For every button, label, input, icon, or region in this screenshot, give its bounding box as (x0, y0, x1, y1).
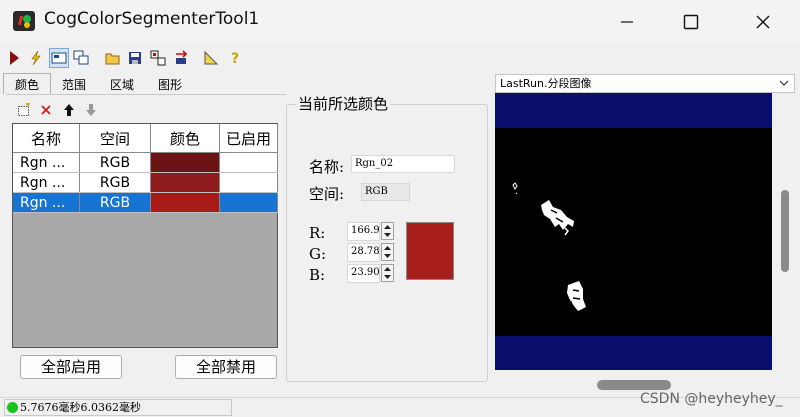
horizontal-scroll-thumb[interactable] (597, 380, 671, 390)
save-disk-icon (129, 52, 141, 64)
show-image-button[interactable] (49, 48, 69, 68)
b-spinner[interactable] (381, 264, 394, 282)
open-folder-icon (105, 53, 120, 65)
close-icon (756, 15, 770, 29)
delete-x-icon (41, 105, 51, 115)
properties-button[interactable] (148, 48, 168, 68)
r-spinner[interactable] (381, 222, 394, 240)
move-up-button[interactable] (59, 100, 79, 120)
r-label: R: (309, 224, 326, 242)
row-name: Rgn ... (13, 192, 80, 213)
column-header-color[interactable]: 颜色 (150, 124, 220, 153)
image-source-select[interactable]: LastRun.分段图像 (495, 74, 795, 93)
run-icon (10, 51, 19, 65)
app-icon (13, 11, 35, 31)
column-header-space[interactable]: 空间 (79, 124, 151, 153)
row-color-swatch (150, 192, 220, 213)
svg-text:?: ? (231, 51, 239, 66)
row-enabled[interactable] (219, 152, 278, 173)
spin-down-icon (382, 252, 393, 260)
ruler-icon (204, 50, 219, 65)
graphics-button[interactable] (201, 48, 221, 68)
spin-up-icon (382, 223, 393, 231)
reset-arrow-icon (176, 50, 188, 64)
arrow-up-icon (64, 104, 74, 116)
reset-button[interactable] (171, 48, 191, 68)
help-button[interactable]: ? (226, 48, 246, 68)
spin-up-icon (382, 244, 393, 252)
image-window-icon (51, 52, 67, 64)
spin-down-icon (382, 273, 393, 281)
enable-all-button[interactable]: 全部启用 (20, 355, 122, 379)
electric-button[interactable] (26, 48, 46, 68)
segmented-image (495, 128, 772, 336)
tab-color[interactable]: 颜色 (3, 73, 51, 94)
current-color-group-title: 当前所选颜色 (296, 93, 391, 114)
image-source-selected: LastRun.分段图像 (500, 77, 592, 90)
g-value-field[interactable]: 28.78 (347, 243, 380, 262)
g-label: G: (309, 245, 327, 263)
color-table: 名称 空间 颜色 已启用 Rgn ... RGB Rgn ... RGB Rgn ...… (12, 123, 278, 348)
spin-up-icon (382, 265, 393, 273)
copy-window-icon (73, 50, 89, 65)
copy-image-button[interactable] (71, 48, 91, 68)
g-spinner[interactable] (381, 243, 394, 261)
space-field: RGB (361, 183, 410, 201)
name-field[interactable]: Rgn_02 (351, 155, 455, 173)
close-button[interactable] (740, 0, 786, 44)
run-button[interactable] (4, 48, 24, 68)
table-row[interactable]: Rgn ... RGB (13, 192, 278, 213)
chevron-down-icon (779, 80, 789, 86)
add-item-icon (18, 103, 30, 116)
help-icon: ? (231, 51, 239, 66)
tab-graphics[interactable]: 图形 (147, 74, 193, 93)
row-name: Rgn ... (13, 172, 80, 193)
maximize-button[interactable] (668, 0, 714, 44)
watermark: CSDN @heyheyhey_ (640, 391, 783, 407)
name-label: 名称: (309, 158, 345, 176)
delete-color-button[interactable] (36, 100, 56, 120)
column-header-name[interactable]: 名称 (13, 124, 80, 153)
disable-all-button[interactable]: 全部禁用 (175, 355, 277, 379)
add-color-button[interactable] (14, 100, 34, 120)
spin-down-icon (382, 231, 393, 239)
window-title: CogColorSegmenterTool1 (44, 9, 260, 29)
r-value-field[interactable]: 166.9 (347, 222, 380, 241)
main-toolbar: ? (0, 46, 800, 70)
properties-icon (150, 50, 166, 66)
minimize-button[interactable] (604, 0, 650, 44)
row-enabled[interactable] (219, 172, 278, 193)
row-enabled[interactable] (219, 192, 278, 213)
run-time-text: 5.7676毫秒6.0362毫秒 (20, 401, 141, 414)
app-window: CogColorSegmenterTool1 ? 颜色 范围 区域 图形 名称 … (0, 0, 800, 417)
row-name: Rgn ... (13, 152, 80, 173)
minimize-icon (621, 21, 633, 23)
tab-range[interactable]: 范围 (51, 74, 97, 93)
tab-region[interactable]: 区域 (97, 74, 147, 93)
row-color-swatch (150, 152, 220, 173)
row-color-swatch (150, 172, 220, 193)
segmented-image-display[interactable] (495, 93, 772, 370)
maximize-icon (683, 14, 699, 30)
row-space: RGB (79, 172, 151, 193)
move-down-button[interactable] (81, 100, 101, 120)
save-button[interactable] (125, 48, 145, 68)
current-color-swatch[interactable] (406, 222, 454, 280)
title-bar[interactable]: CogColorSegmenterTool1 (0, 0, 800, 44)
vertical-scroll-thumb[interactable] (781, 190, 789, 272)
row-space: RGB (79, 192, 151, 213)
arrow-down-icon (86, 104, 96, 116)
space-label: 空间: (309, 185, 345, 203)
status-led-icon (7, 402, 18, 413)
row-space: RGB (79, 152, 151, 173)
table-row[interactable]: Rgn ... RGB (13, 152, 278, 173)
lightning-icon (31, 50, 41, 66)
b-value-field[interactable]: 23.90 (347, 264, 380, 283)
b-label: B: (309, 266, 326, 284)
table-row[interactable]: Rgn ... RGB (13, 172, 278, 193)
run-time-status: 5.7676毫秒6.0362毫秒 (4, 399, 232, 416)
column-header-enabled[interactable]: 已启用 (219, 124, 278, 153)
open-button[interactable] (103, 48, 123, 68)
